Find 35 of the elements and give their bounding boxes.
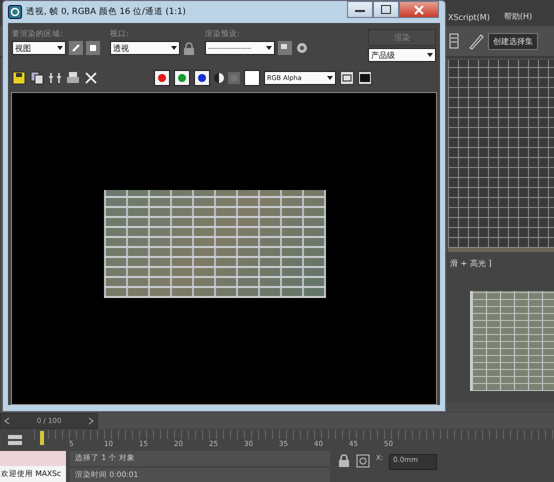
dropdown-caret-icon[interactable] xyxy=(327,76,333,80)
lock-icon[interactable] xyxy=(338,454,350,468)
clear-icon[interactable] xyxy=(84,71,98,85)
monochrome-icon[interactable] xyxy=(214,71,224,85)
lock-icon[interactable] xyxy=(183,42,195,54)
close-icon[interactable] xyxy=(414,4,424,14)
channel-toggle-button[interactable] xyxy=(194,70,210,86)
channel-toggle-button[interactable] xyxy=(154,70,170,86)
app-icon xyxy=(8,5,22,19)
print-icon[interactable] xyxy=(66,71,80,85)
selection-set-field[interactable]: 创建选择集 xyxy=(488,32,538,50)
menu-item[interactable]: XScript(M) xyxy=(448,13,490,26)
viewport-dropdown[interactable]: 透视 xyxy=(110,41,180,55)
maximize-icon[interactable] xyxy=(381,5,391,14)
minimize-button[interactable] xyxy=(347,1,373,18)
channel-toggle-button[interactable] xyxy=(174,70,190,86)
quality-dropdown[interactable]: 产品级 xyxy=(368,48,436,62)
crosshair-icon[interactable] xyxy=(356,454,370,468)
pencil-icon[interactable] xyxy=(467,32,485,50)
color-swatch[interactable] xyxy=(244,70,260,86)
maxscript-listener-field[interactable] xyxy=(0,451,66,466)
copy-image-icon[interactable] xyxy=(30,71,44,85)
dropdown-caret-icon[interactable] xyxy=(427,53,433,57)
minimize-icon[interactable] xyxy=(355,8,365,12)
window-title: 透视, 帧 0, RGBA 颜色 16 位/通道 (1:1) xyxy=(26,6,186,18)
dropdown-caret-icon[interactable] xyxy=(57,46,63,50)
save-image-icon[interactable] xyxy=(12,71,26,85)
area-dropdown[interactable]: 视图 xyxy=(12,41,66,55)
menu-item[interactable]: 帮助(H) xyxy=(504,11,532,26)
dropdown-caret-icon[interactable] xyxy=(171,46,177,50)
frame-marker xyxy=(40,431,44,445)
dropdown-caret-icon[interactable] xyxy=(266,46,272,50)
maximize-button[interactable] xyxy=(373,1,399,18)
close-button[interactable] xyxy=(399,1,439,18)
viewport-label[interactable]: 滑 + 高光 ] xyxy=(446,252,554,269)
